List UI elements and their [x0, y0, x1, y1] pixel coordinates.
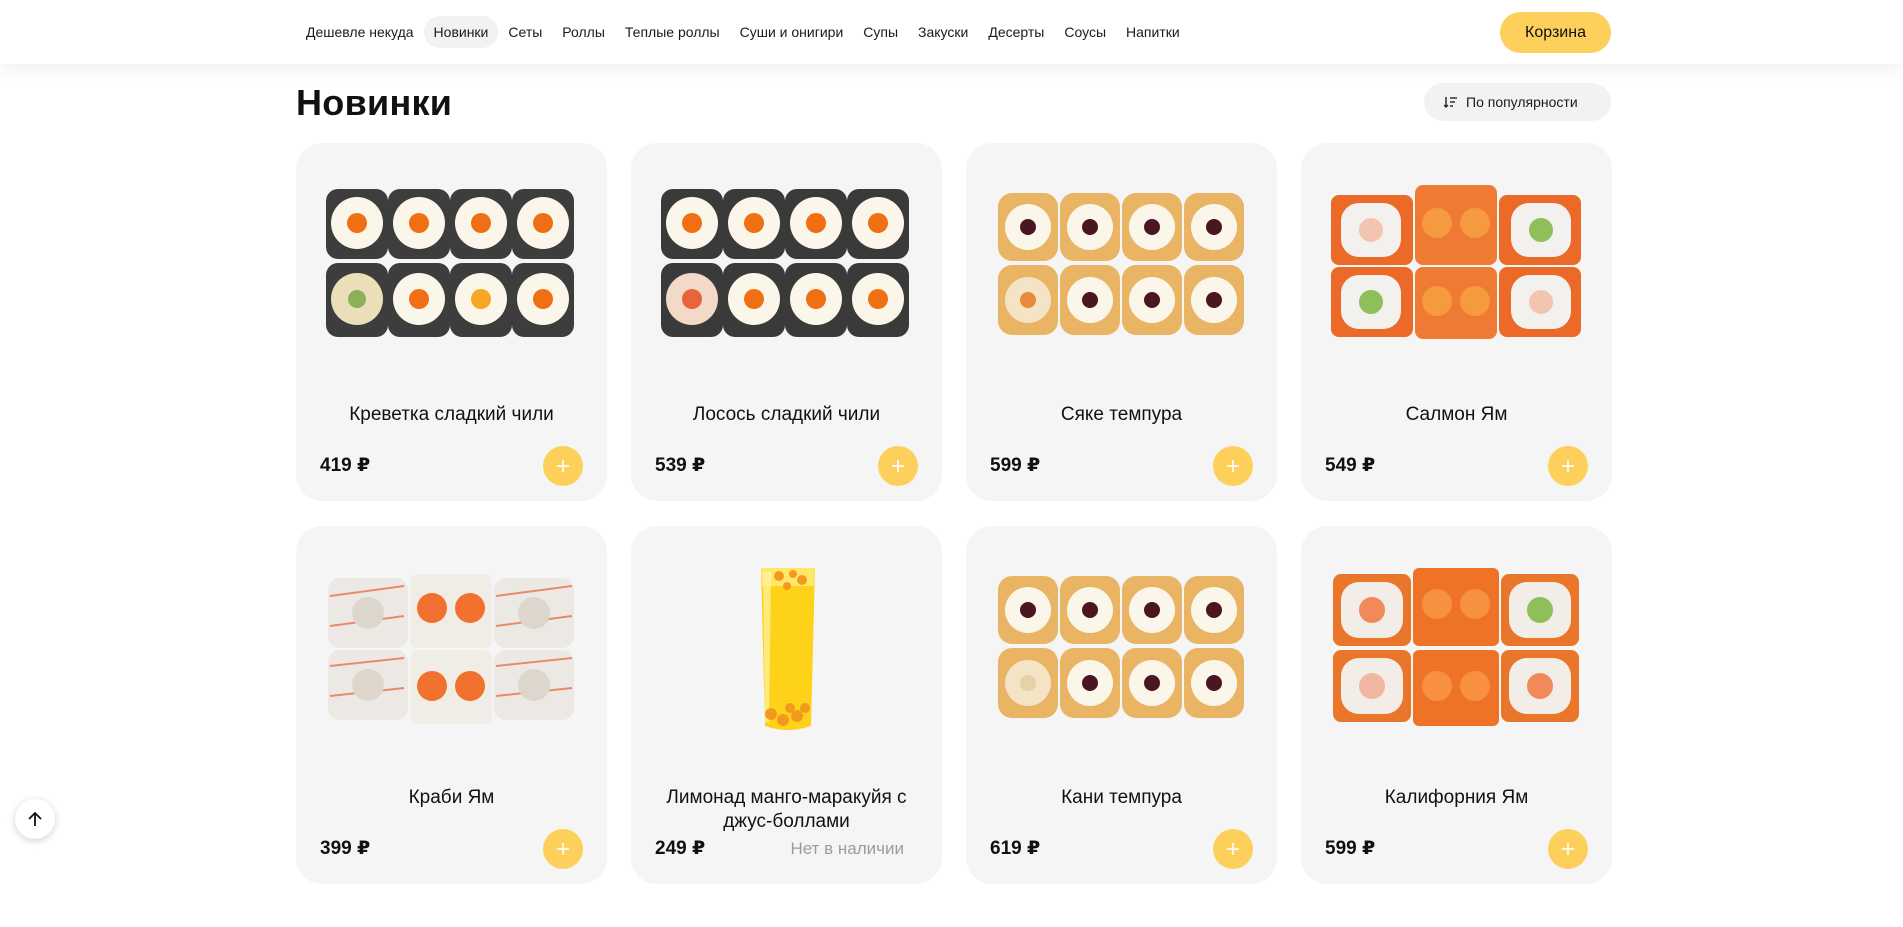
nav-item-soups[interactable]: Супы [853, 16, 908, 48]
product-name: Кани темпура [1061, 787, 1182, 808]
sushi-roll-set-image [661, 189, 909, 337]
product-name: Краби Ям [408, 787, 495, 808]
product-card[interactable]: Краби Ям 399 ₽ [296, 526, 607, 884]
product-price: 549 ₽ [1325, 455, 1376, 476]
product-name: Лосось сладкий чили [692, 404, 881, 425]
product-name: Калифорния Ям [1384, 787, 1529, 808]
product-price: 249 ₽ [655, 838, 706, 859]
arrow-up-icon [28, 811, 42, 826]
product-name: Креветка сладкий чили [349, 404, 554, 425]
add-to-cart-button[interactable] [1548, 829, 1588, 869]
product-name: Лимонад манго-маракуйя с джус-боллами [666, 787, 907, 832]
nav-item-rolls[interactable]: Роллы [552, 16, 615, 48]
add-to-cart-button[interactable] [1213, 446, 1253, 486]
product-card[interactable]: Кани темпура 619 ₽ [966, 526, 1277, 884]
product-name: Сяке темпура [1060, 404, 1183, 425]
product-card[interactable]: Сяке темпура 599 ₽ [966, 143, 1277, 501]
nav-item-warm-rolls[interactable]: Теплые роллы [615, 16, 730, 48]
plus-icon [892, 460, 904, 472]
product-price: 599 ₽ [990, 455, 1041, 476]
plus-icon [1227, 843, 1239, 855]
crab-roll-set-image [328, 574, 574, 724]
add-to-cart-button[interactable] [878, 446, 918, 486]
nav-item-drinks[interactable]: Напитки [1116, 16, 1190, 48]
product-price: 419 ₽ [320, 455, 371, 476]
add-to-cart-button[interactable] [1213, 829, 1253, 869]
product-card[interactable]: Лимонад манго-маракуйя с джус-боллами 24… [631, 526, 942, 884]
nav-item-new[interactable]: Новинки [423, 16, 499, 48]
nav-item-sushi-onigiri[interactable]: Суши и онигири [730, 16, 854, 48]
plus-icon [557, 460, 569, 472]
product-price: 619 ₽ [990, 838, 1041, 859]
product-name: Салмон Ям [1405, 404, 1508, 425]
salmon-roll-set-image [1331, 185, 1581, 339]
add-to-cart-button[interactable] [1548, 446, 1588, 486]
sort-button[interactable]: По популярности [1424, 83, 1611, 121]
california-roll-set-image [1333, 568, 1579, 726]
plus-icon [1562, 843, 1574, 855]
add-to-cart-button[interactable] [543, 446, 583, 486]
plus-icon [557, 843, 569, 855]
product-card[interactable]: Лосось сладкий чили 539 ₽ [631, 143, 942, 501]
tempura-roll-set-image [998, 576, 1244, 718]
nav-item-desserts[interactable]: Десерты [978, 16, 1054, 48]
page-title: Новинки [296, 82, 453, 123]
product-grid: Креветка сладкий чили 419 ₽ Лосось сладк… [296, 143, 1612, 884]
nav-item-sauces[interactable]: Соусы [1054, 16, 1116, 48]
out-of-stock-label: Нет в наличии [790, 839, 904, 858]
category-nav: Дешевле некуда Новинки Сеты Роллы Теплые… [296, 16, 1190, 48]
nav-item-sets[interactable]: Сеты [498, 16, 552, 48]
cart-button[interactable]: Корзина [1500, 12, 1611, 53]
sort-icon [1444, 97, 1457, 108]
sushi-roll-set-image [326, 189, 574, 337]
add-to-cart-button[interactable] [543, 829, 583, 869]
product-card[interactable]: Креветка сладкий чили 419 ₽ [296, 143, 607, 501]
product-card[interactable]: Салмон Ям 549 ₽ [1301, 143, 1612, 501]
product-price: 539 ₽ [655, 455, 706, 476]
sort-label: По популярности [1466, 94, 1578, 110]
product-price: 399 ₽ [320, 838, 371, 859]
lemonade-glass-image [761, 568, 815, 730]
scroll-to-top-button[interactable] [15, 799, 55, 839]
nav-item-cheapest[interactable]: Дешевле некуда [296, 16, 424, 48]
plus-icon [1227, 460, 1239, 472]
plus-icon [1562, 460, 1574, 472]
nav-item-snacks[interactable]: Закуски [908, 16, 978, 48]
tempura-roll-set-image [998, 193, 1244, 335]
product-price: 599 ₽ [1325, 838, 1376, 859]
product-card[interactable]: Калифорния Ям 599 ₽ [1301, 526, 1612, 884]
top-bar: Дешевле некуда Новинки Сеты Роллы Теплые… [0, 0, 1903, 64]
